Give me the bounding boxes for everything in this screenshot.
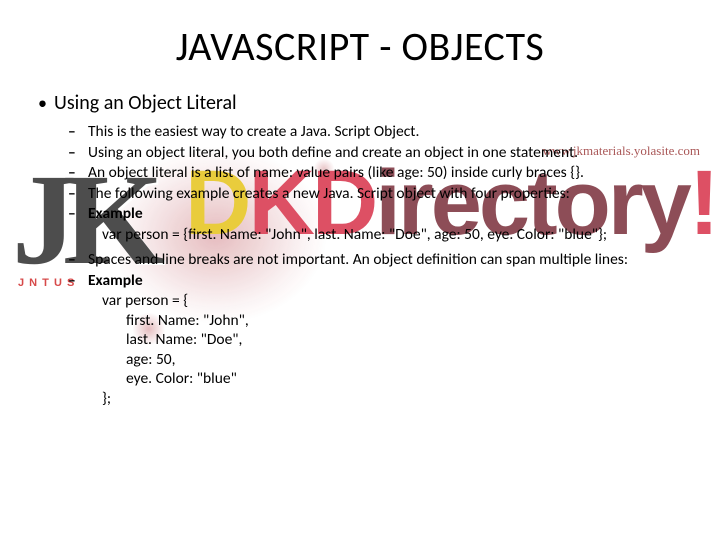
code-line: age: 50, <box>102 350 682 370</box>
list-item: Using an Object Literal This is the easi… <box>54 91 682 408</box>
list-item: The following example creates a new Java… <box>88 184 682 204</box>
list-item: This is the easiest way to create a Java… <box>88 122 682 142</box>
lvl1-text: Using an Object Literal <box>54 91 237 115</box>
code-line: first. Name: "John", <box>102 311 682 331</box>
code-line: var person = { <box>102 291 682 311</box>
code-line: last. Name: "Doe", <box>102 330 682 350</box>
code-line: }; <box>102 389 682 409</box>
list-item: Using an object literal, you both define… <box>88 143 682 163</box>
list-item-example-label: Example <box>88 271 682 291</box>
list-item: Spaces and line breaks are not important… <box>88 250 682 270</box>
code-example-1: var person = {first. Name: "John", last.… <box>54 225 682 245</box>
code-line: var person = {first. Name: "John", last.… <box>102 225 682 245</box>
list-item: An object literal is a list of name: val… <box>88 163 682 183</box>
list-item-example-label: Example <box>88 204 682 224</box>
bullet-list-level2: This is the easiest way to create a Java… <box>54 122 682 224</box>
code-example-2: var person = { first. Name: "John", last… <box>54 291 682 408</box>
bullet-list-level2-cont: Spaces and line breaks are not important… <box>54 250 682 290</box>
slide-title: JAVASCRIPT - OBJECTS <box>38 22 682 71</box>
slide-content: JAVASCRIPT - OBJECTS Using an Object Lit… <box>0 0 720 540</box>
bullet-list-level1: Using an Object Literal This is the easi… <box>38 91 682 408</box>
code-line: eye. Color: "blue" <box>102 369 682 389</box>
